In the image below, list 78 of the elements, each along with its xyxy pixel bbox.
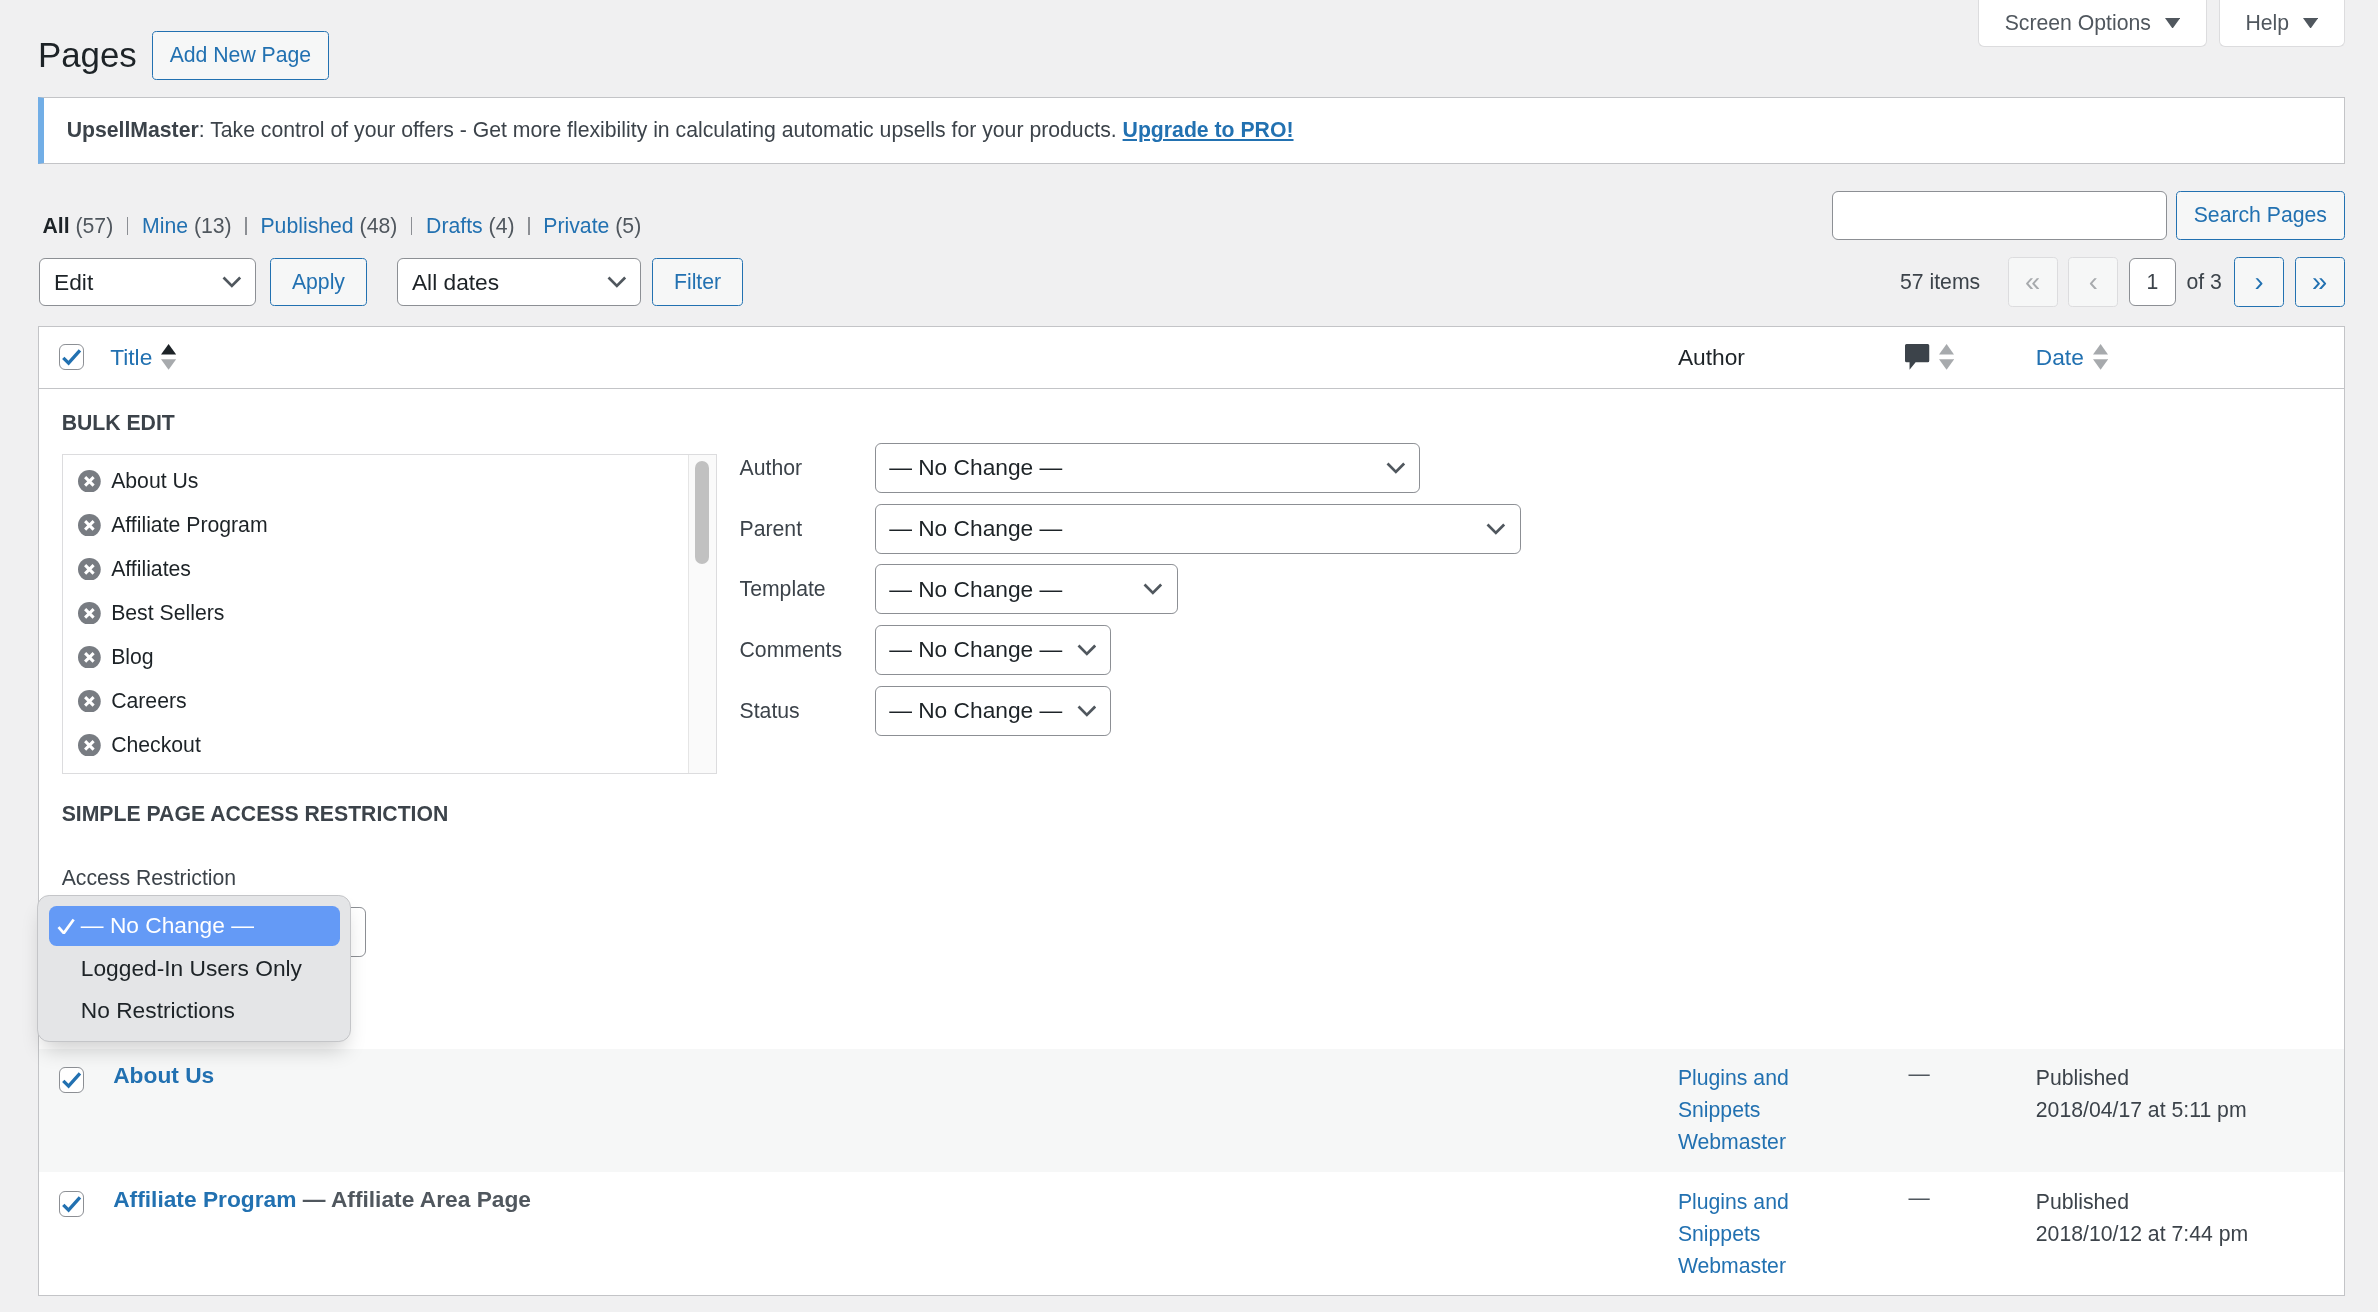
search-field[interactable]	[1831, 191, 2167, 240]
chevron-icon	[1386, 461, 1406, 475]
check-icon	[56, 917, 75, 935]
section-heading: SIMPLE PAGE ACCESS RESTRICTION	[61, 802, 450, 827]
field-label: Author	[739, 455, 804, 480]
caret-icon	[2302, 17, 2318, 29]
field-select[interactable]: — No Change —	[874, 624, 1112, 675]
caret-icon	[2164, 17, 2180, 29]
date-select[interactable]: All dates	[397, 257, 642, 307]
remove-icon[interactable]	[77, 645, 101, 669]
chevron-icon	[1076, 643, 1097, 656]
item-count: 57 items	[1900, 270, 1981, 294]
view-filter-link[interactable]: Drafts (4)	[426, 214, 515, 239]
column-header: Author	[1677, 343, 1745, 371]
chevron-icon	[221, 275, 242, 289]
field-label: Template	[739, 577, 827, 602]
section-heading: BULK EDIT	[61, 411, 176, 436]
page-title: Pages	[37, 34, 137, 77]
remove-icon[interactable]	[77, 601, 101, 625]
column-header-link[interactable]: Title	[110, 343, 153, 371]
page-nav-button[interactable]: ›	[2233, 257, 2284, 308]
field-select[interactable]: — No Change —	[874, 442, 1421, 493]
chevron-icon	[607, 275, 627, 289]
chevron-icon	[1143, 583, 1164, 596]
date-cell-text: Published 2018/10/12 at 7:44 pm	[2034, 1189, 2250, 1248]
notice-text: UpsellMaster: Take control of your offers - Get more flexibility in calculating automatic upsells for your products. Upgrade to PRO!	[66, 118, 1294, 143]
remove-icon[interactable]	[77, 469, 101, 493]
view-filter-link[interactable]: All (57)	[42, 214, 114, 239]
column-header-link[interactable]: Date	[2035, 343, 2084, 371]
date-cell-text: Published 2018/04/17 at 5:11 pm	[2034, 1065, 2248, 1124]
page-title-link[interactable]: Affiliate Program	[113, 1186, 297, 1213]
field-select[interactable]: — No Change —	[874, 564, 1178, 615]
filter-button[interactable]: Filter	[652, 257, 744, 307]
apply-button[interactable]: Apply	[269, 257, 367, 307]
page-number-field[interactable]: 1	[2128, 257, 2176, 307]
add-new-page-button[interactable]: Add New Page	[151, 31, 329, 80]
page-name: Best Sellers	[111, 601, 225, 625]
comment-count: —	[1908, 1186, 1930, 1210]
bulk-action-select[interactable]: Edit	[39, 257, 257, 307]
field-select[interactable]: — No Change —	[874, 685, 1112, 736]
page-name: Affiliate Program	[111, 513, 268, 538]
remove-icon[interactable]	[77, 733, 101, 757]
menu-option[interactable]: No Restrictions	[49, 991, 340, 1031]
page-state: — Affiliate Area Page	[302, 1186, 531, 1213]
page-name: Affiliates	[111, 557, 191, 582]
author-link[interactable]: Plugins and Snippets Webmaster	[1677, 1186, 1830, 1282]
chevron-icon	[1486, 522, 1506, 535]
chevron-icon	[1076, 704, 1097, 717]
author-link[interactable]: Plugins and Snippets Webmaster	[1677, 1062, 1830, 1158]
view-filter-link[interactable]: Published (48)	[260, 214, 398, 239]
page-name: Careers	[111, 688, 187, 713]
page-name: Checkout	[111, 732, 201, 757]
remove-icon[interactable]	[77, 689, 101, 713]
scrollbar[interactable]	[687, 454, 716, 773]
checkbox[interactable]	[58, 344, 85, 371]
menu-option[interactable]: Logged-In Users Only	[49, 948, 340, 989]
page-total: of 3	[2186, 270, 2222, 294]
screen-tab[interactable]: Help	[2218, 0, 2345, 47]
upgrade-link[interactable]: Upgrade to PRO!	[1122, 118, 1294, 142]
checkbox[interactable]	[58, 1190, 85, 1217]
page-title-link[interactable]: About Us	[113, 1062, 215, 1089]
remove-icon[interactable]	[77, 557, 101, 581]
page-name: Blog	[111, 644, 154, 669]
field-select[interactable]: — No Change —	[874, 503, 1521, 554]
field-label: Access Restriction	[61, 865, 237, 891]
page-nav-button[interactable]: »	[2294, 257, 2345, 308]
field-label: Status	[739, 698, 801, 723]
speech-bubble-icon	[1905, 343, 1930, 371]
screen-tab[interactable]: Screen Options	[1977, 0, 2207, 47]
remove-icon[interactable]	[77, 513, 101, 537]
view-filter-link[interactable]: Mine (13)	[142, 214, 232, 239]
field-label: Comments	[739, 637, 844, 662]
comment-count: —	[1908, 1062, 1930, 1086]
checkbox[interactable]	[58, 1066, 85, 1093]
view-filter-link[interactable]: Private (5)	[543, 214, 642, 239]
field-label: Parent	[739, 516, 804, 541]
search-button[interactable]: Search Pages	[2176, 191, 2345, 240]
page-name: About Us	[111, 469, 199, 494]
